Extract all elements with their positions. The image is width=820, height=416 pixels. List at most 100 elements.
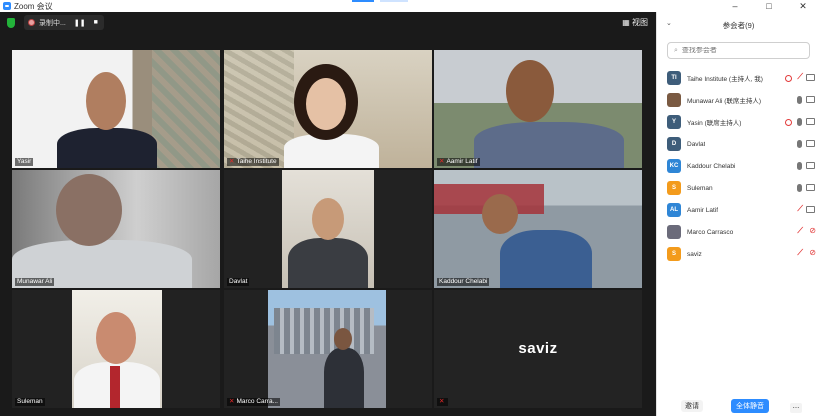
tile-name: Kaddour Chelabi xyxy=(437,278,490,286)
video-tile-munawar[interactable]: Munawar Ali xyxy=(12,170,220,288)
tile-name: ✕ xyxy=(437,398,449,406)
person-body xyxy=(288,238,368,288)
mic-icon[interactable] xyxy=(797,96,802,104)
more-button[interactable]: ... xyxy=(790,402,802,413)
panel-title: 参会者(9) xyxy=(722,21,755,30)
close-button[interactable]: ✕ xyxy=(786,0,820,12)
grid-icon: ▦ xyxy=(622,18,630,27)
minimize-button[interactable]: – xyxy=(718,0,752,12)
participant-row[interactable]: Munawar Ali (联席主持人) xyxy=(657,89,820,111)
tile-buildings xyxy=(274,308,374,354)
mic-muted-icon: ✕ xyxy=(229,398,235,405)
participant-name: Suleman xyxy=(687,184,713,192)
camera-off-icon: ⊘ xyxy=(809,248,816,257)
camera-icon xyxy=(806,96,815,103)
avatar: KC xyxy=(667,159,681,173)
mute-all-button[interactable]: 全体静音 xyxy=(731,399,769,413)
mic-muted-icon: ✕ xyxy=(439,398,445,405)
tile-name: Munawar Ali xyxy=(15,278,55,286)
camera-off-icon: ⊘ xyxy=(809,226,816,235)
avatar: S xyxy=(667,247,681,261)
video-tile-kaddour[interactable]: Kaddour Chelabi xyxy=(434,170,642,288)
mic-muted-icon[interactable]: ⟋ xyxy=(797,72,803,82)
participant-name: saviz xyxy=(687,250,702,258)
mic-muted-icon: ✕ xyxy=(229,158,235,165)
recording-icon xyxy=(785,75,792,82)
camera-icon xyxy=(806,74,815,81)
video-tile-suleman[interactable]: Suleman xyxy=(12,290,220,408)
stop-recording-button[interactable]: ■ xyxy=(94,19,98,26)
top-accent-light xyxy=(380,0,408,2)
avatar: TI xyxy=(667,71,681,85)
person-head xyxy=(482,194,518,234)
video-tile-davlat[interactable]: Davlat xyxy=(224,170,432,288)
recording-label: 录制中... xyxy=(39,19,66,27)
pause-recording-button[interactable]: ❚❚ xyxy=(74,19,86,27)
mic-icon[interactable] xyxy=(797,118,802,126)
stage-toolbar: 录制中... ❚❚ ■ ▦ 视图 xyxy=(0,12,656,34)
participant-row[interactable]: S saviz ⟋ ⊘ xyxy=(657,243,820,265)
panel-header: ⌄ 参会者(9) xyxy=(657,12,820,36)
participant-name: Taihe Institute (主持人, 我) xyxy=(687,76,763,83)
person-head xyxy=(306,78,346,130)
security-shield-icon[interactable] xyxy=(7,18,15,28)
window-titlebar: Zoom 会议 – □ ✕ xyxy=(0,0,820,12)
participant-row[interactable]: TI Taihe Institute (主持人, 我) ⟋ xyxy=(657,67,820,89)
mic-muted-icon[interactable]: ⟋ xyxy=(797,248,803,258)
avatar xyxy=(667,93,681,107)
avatar: Y xyxy=(667,115,681,129)
avatar xyxy=(667,225,681,239)
mic-icon[interactable] xyxy=(797,162,802,170)
mic-icon[interactable] xyxy=(797,140,802,148)
person-head xyxy=(334,328,352,350)
participant-row[interactable]: AL Aamir Latif ⟋ xyxy=(657,199,820,221)
person-head xyxy=(56,174,122,246)
tile-name: ✕ Marco Carra... xyxy=(227,398,280,406)
search-input[interactable] xyxy=(681,47,802,54)
video-tile-taihe[interactable]: ✕ Taihe Institute xyxy=(224,50,432,168)
participant-row[interactable]: S Suleman xyxy=(657,177,820,199)
person-tie xyxy=(110,366,120,408)
maximize-button[interactable]: □ xyxy=(752,0,786,12)
mic-icon[interactable] xyxy=(797,184,802,192)
person-head xyxy=(312,198,344,240)
participant-row[interactable]: D Davlat xyxy=(657,133,820,155)
tile-name: Yasir xyxy=(15,158,34,166)
mic-muted-icon[interactable]: ⟋ xyxy=(797,204,803,214)
recording-dot-icon xyxy=(28,19,35,26)
avatar: D xyxy=(667,137,681,151)
participant-row[interactable]: Marco Carrasco ⟋ ⊘ xyxy=(657,221,820,243)
participant-name: Davlat xyxy=(687,140,706,148)
participant-search[interactable]: ⌕ xyxy=(667,42,810,59)
participant-row[interactable]: KC Kaddour Chelabi xyxy=(657,155,820,177)
window-title: Zoom 会议 xyxy=(14,1,53,11)
video-stage: 录制中... ❚❚ ■ ▦ 视图 Yasir ✕ Taihe Institute … xyxy=(0,12,656,416)
camera-icon xyxy=(806,162,815,169)
tile-name: ✕ Aamir Latif xyxy=(437,158,480,166)
participant-row[interactable]: Y Yasin (联席主持人) xyxy=(657,111,820,133)
view-button[interactable]: ▦ 视图 xyxy=(622,17,648,28)
avatar: AL xyxy=(667,203,681,217)
mic-muted-icon[interactable]: ⟋ xyxy=(797,226,803,236)
tile-name: Davlat xyxy=(227,278,250,286)
tile-decor xyxy=(152,50,220,168)
participant-name: Munawar Ali (联席主持人) xyxy=(687,98,762,105)
avatar: S xyxy=(667,181,681,195)
recording-icon xyxy=(785,119,792,126)
participant-name: Aamir Latif xyxy=(687,206,719,214)
participant-list: TI Taihe Institute (主持人, 我) ⟋ Munawar Al… xyxy=(657,67,820,265)
search-icon: ⌕ xyxy=(674,46,678,54)
camera-icon xyxy=(806,140,815,147)
video-tile-marco[interactable]: ✕ Marco Carra... xyxy=(224,290,432,408)
person-head xyxy=(96,312,136,364)
view-label: 视图 xyxy=(632,18,648,27)
mic-muted-icon: ✕ xyxy=(439,158,445,165)
camera-icon xyxy=(806,184,815,191)
video-tile-yasir[interactable]: Yasir xyxy=(12,50,220,168)
video-tile-saviz[interactable]: saviz ✕ xyxy=(434,290,642,408)
participant-display-name: saviz xyxy=(518,340,558,357)
zoom-logo-icon xyxy=(3,2,11,10)
person-head xyxy=(86,72,126,130)
invite-button[interactable]: 邀请 xyxy=(681,400,703,412)
video-tile-aamir[interactable]: ✕ Aamir Latif xyxy=(434,50,642,168)
